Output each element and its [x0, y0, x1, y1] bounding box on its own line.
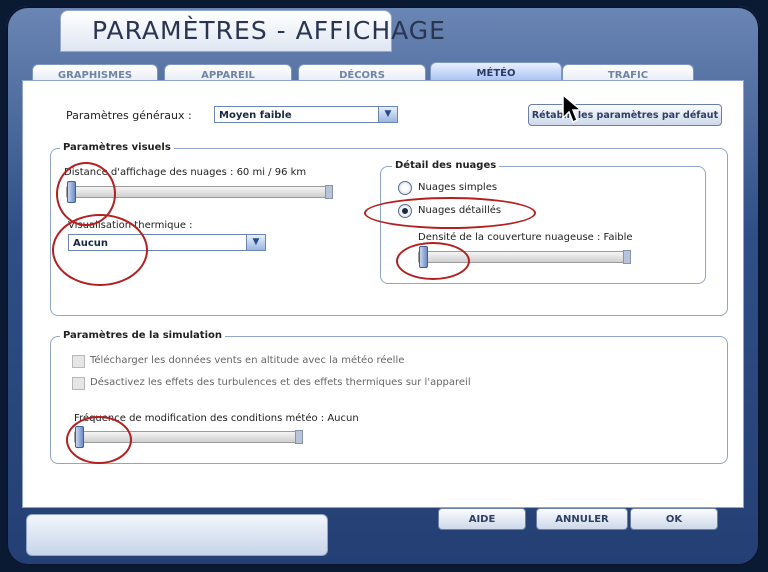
radio-simple-clouds[interactable]: [398, 181, 412, 195]
cloud-density-label: Densité de la couverture nuageuse : Faib…: [418, 232, 633, 243]
turbulence-checkbox-label[interactable]: Désactivez les effets des turbulences et…: [90, 377, 471, 388]
slider-end: [325, 185, 333, 199]
general-settings-value: Moyen faible: [219, 110, 292, 121]
cloud-detail-title: Détail des nuages: [392, 160, 500, 171]
ok-button[interactable]: OK: [630, 508, 718, 530]
turbulence-checkbox[interactable]: [72, 377, 85, 390]
cancel-button[interactable]: ANNULER: [536, 508, 628, 530]
slider-end: [295, 430, 303, 444]
mouse-pointer-icon: [562, 94, 584, 124]
simulation-settings-title: Paramètres de la simulation: [60, 330, 225, 341]
annotation-circle: [52, 214, 148, 286]
chevron-down-icon[interactable]: ▼: [246, 235, 265, 250]
simple-clouds-label[interactable]: Nuages simples: [418, 182, 497, 193]
annotation-circle: [66, 416, 132, 464]
visual-settings-title: Paramètres visuels: [60, 142, 174, 153]
general-settings-select[interactable]: Moyen faible ▼: [214, 106, 398, 123]
winds-checkbox-label[interactable]: Télécharger les données vents en altitud…: [90, 355, 404, 366]
window-title: PARAMÈTRES - AFFICHAGE: [92, 16, 446, 45]
annotation-circle: [364, 197, 536, 229]
reset-defaults-button[interactable]: Rétablir les paramètres par défaut: [528, 104, 722, 126]
footer-panel: [26, 514, 328, 556]
winds-checkbox[interactable]: [72, 355, 85, 368]
annotation-circle: [396, 242, 470, 280]
general-settings-label: Paramètres généraux :: [66, 109, 192, 122]
chevron-down-icon[interactable]: ▼: [378, 107, 397, 122]
help-button[interactable]: AIDE: [438, 508, 526, 530]
slider-end: [623, 250, 631, 264]
